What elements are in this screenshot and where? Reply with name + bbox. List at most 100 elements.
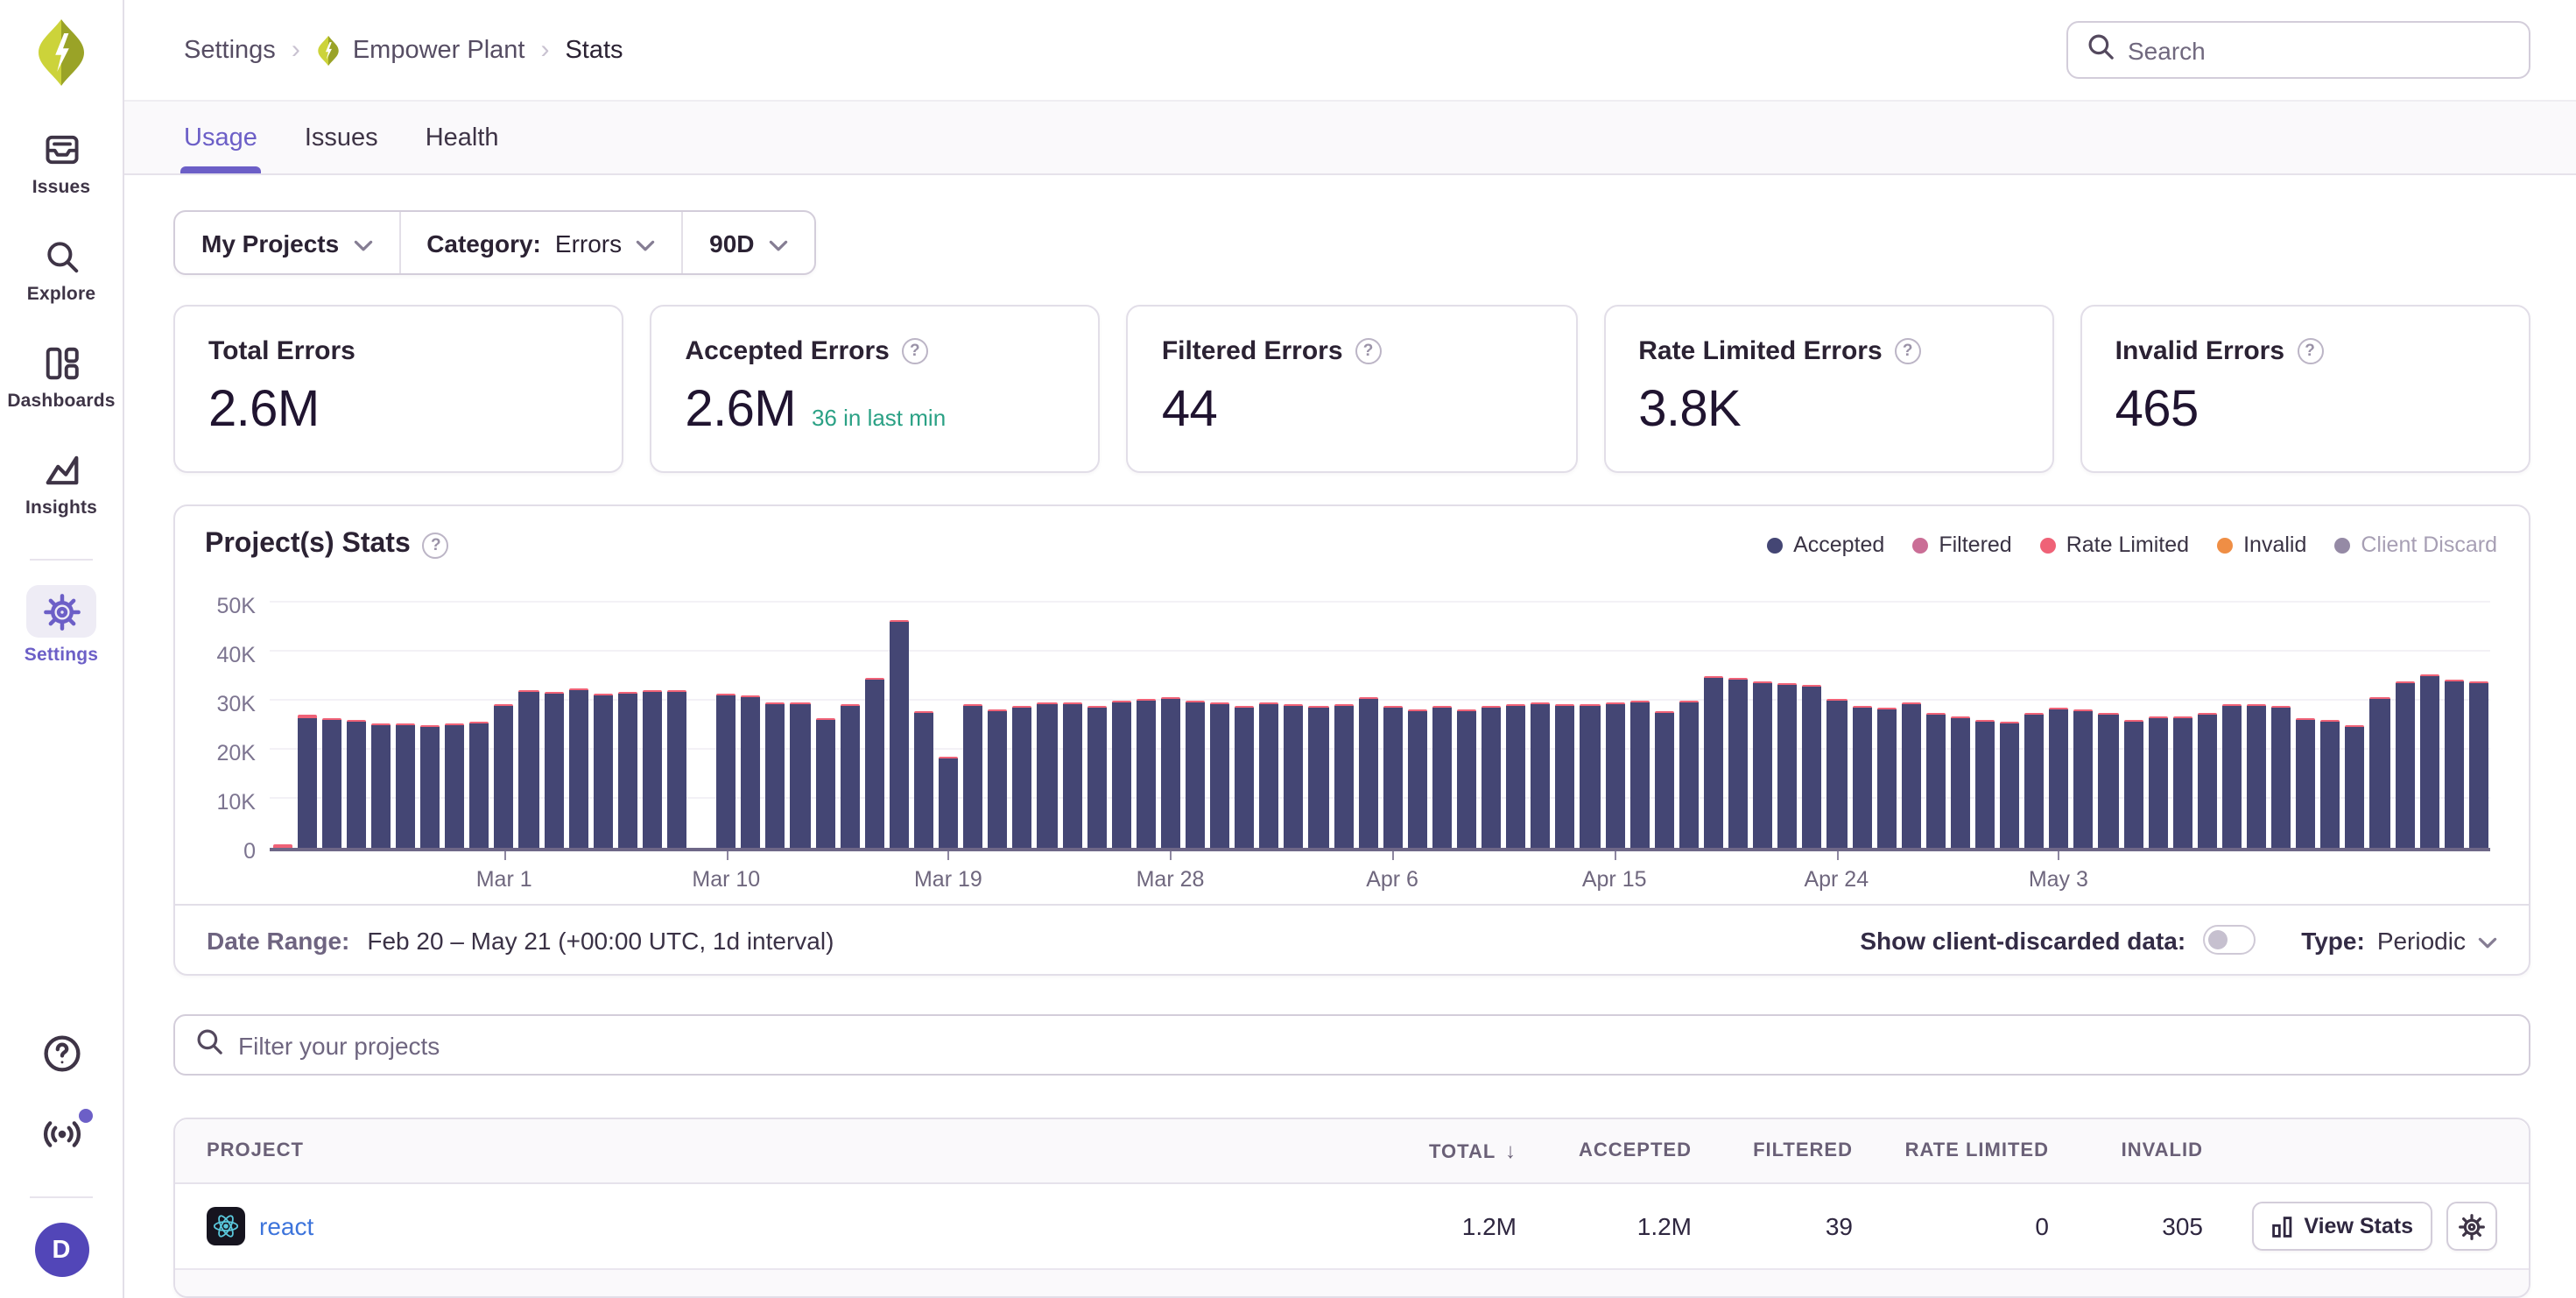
sidebar-item-label: Dashboards (7, 391, 115, 412)
chart-header: Project(s) Stats ? Accepted Filtered Rat… (175, 506, 2529, 571)
gear-icon (2459, 1213, 2485, 1239)
stat-card-value: 465 (2115, 382, 2199, 440)
bar-day (1652, 585, 1677, 848)
legend-label: Accepted (1793, 533, 1884, 557)
bar-day (1035, 585, 1059, 848)
tab-usage[interactable]: Usage (184, 102, 257, 173)
y-tick-label: 20K (217, 741, 257, 765)
period-filter-value: 90D (709, 229, 754, 257)
x-tick-label: Mar 28 (1137, 867, 1205, 892)
bar-day (1380, 585, 1404, 848)
bar-day (640, 585, 665, 848)
project-filter-dropdown[interactable]: My Projects (175, 212, 398, 273)
bar-day (1158, 585, 1183, 848)
sidebar-bottom: D (0, 1032, 123, 1298)
column-header-rate-limited[interactable]: RATE LIMITED (1853, 1140, 2049, 1161)
type-dropdown[interactable]: Type: Periodic (2301, 926, 2497, 954)
bar-day (2319, 585, 2343, 848)
whats-new-button[interactable] (35, 1112, 88, 1165)
sidebar-divider (30, 1196, 93, 1198)
sidebar-item-label: Issues (32, 177, 91, 198)
project-link[interactable]: react (259, 1212, 313, 1240)
cell-accepted: 1.2M (1517, 1212, 1692, 1240)
legend-item-accepted[interactable]: Accepted (1767, 533, 1884, 557)
search-input[interactable] (2128, 36, 2511, 64)
column-header-invalid[interactable]: INVALID (2049, 1140, 2203, 1161)
legend-item-invalid[interactable]: Invalid (2217, 533, 2306, 557)
bar-day (1232, 585, 1256, 848)
bar-day (1775, 585, 1799, 848)
sidebar-item-explore[interactable]: Explore (0, 235, 123, 305)
column-header-total[interactable]: TOTAL ↓ (1320, 1139, 1517, 1163)
user-avatar[interactable]: D (34, 1223, 88, 1277)
global-search[interactable] (2066, 21, 2530, 79)
help-icon (41, 1033, 81, 1083)
bar-day (739, 585, 764, 848)
stat-help-icon[interactable]: ? (1895, 338, 1921, 364)
bar-day (1627, 585, 1651, 848)
bar-day (616, 585, 640, 848)
bar-day (2195, 585, 2220, 848)
legend-item-client-discard[interactable]: Client Discard (2334, 533, 2497, 557)
help-icon (41, 1033, 81, 1074)
bars (270, 585, 2490, 848)
chart-help-icon[interactable]: ? (423, 532, 449, 558)
bar-day (442, 585, 467, 848)
sidebar-item-issues[interactable]: Issues (0, 128, 123, 198)
bar-day (1331, 585, 1355, 848)
category-filter-dropdown[interactable]: Category: Errors (398, 212, 681, 273)
legend-item-filtered[interactable]: Filtered (1912, 533, 2011, 557)
cell-total: 1.2M (1320, 1212, 1517, 1240)
bar-day (764, 585, 788, 848)
bar-day (2392, 585, 2417, 848)
client-discard-toggle[interactable] (2203, 925, 2256, 955)
bar-day (1109, 585, 1133, 848)
usage-bar-chart[interactable] (270, 585, 2490, 851)
tab-issues[interactable]: Issues (305, 102, 378, 173)
bar-day (1750, 585, 1775, 848)
dashboards-icon (43, 344, 80, 381)
breadcrumb-item[interactable]: Empower Plant (353, 36, 525, 64)
bar-day (2121, 585, 2145, 848)
project-search[interactable] (173, 1014, 2530, 1076)
bar-day (1405, 585, 1430, 848)
stat-card-label: Accepted Errors (685, 336, 889, 366)
bar-day (714, 585, 738, 848)
stat-help-icon[interactable]: ? (902, 338, 928, 364)
project-search-input[interactable] (238, 1031, 2509, 1059)
legend-item-rate-limited[interactable]: Rate Limited (2040, 533, 2189, 557)
sidebar-item-dashboards[interactable]: Dashboards (0, 342, 123, 412)
stat-card-label: Total Errors (208, 336, 355, 366)
sidebar-item-settings[interactable]: Settings (0, 585, 123, 666)
stat-card: Accepted Errors ? 2.6M 36 in last min (650, 305, 1100, 473)
column-header-project[interactable]: PROJECT (207, 1140, 1320, 1161)
bar-day (911, 585, 936, 848)
sentry-logo-icon[interactable] (32, 16, 91, 89)
y-tick-label: 30K (217, 692, 257, 716)
issues-icon (43, 131, 80, 167)
legend-label: Invalid (2243, 533, 2306, 557)
cell-filtered: 39 (1692, 1212, 1853, 1240)
period-filter-dropdown[interactable]: 90D (681, 212, 813, 273)
stat-card: Invalid Errors ? 465 (2080, 305, 2530, 473)
project-settings-button[interactable] (2446, 1202, 2497, 1251)
column-header-filtered[interactable]: FILTERED (1692, 1140, 1853, 1161)
chevron-down-icon (2478, 936, 2497, 949)
tab-health[interactable]: Health (426, 102, 499, 173)
stat-help-icon[interactable]: ? (2297, 338, 2323, 364)
sidebar-item-insights[interactable]: Insights (0, 448, 123, 518)
x-tick (504, 851, 506, 860)
y-axis-labels: 010K20K30K40K50K (200, 585, 270, 851)
bar-day (2244, 585, 2269, 848)
x-tick (1171, 851, 1172, 860)
bar-day (270, 585, 294, 848)
breadcrumb-item[interactable]: Settings (184, 36, 276, 64)
bar-day (344, 585, 369, 848)
column-header-accepted[interactable]: ACCEPTED (1517, 1140, 1692, 1161)
stat-help-icon[interactable]: ? (1355, 338, 1382, 364)
view-stats-button[interactable]: View Stats (2251, 1202, 2432, 1251)
bar-day (1578, 585, 1602, 848)
help-button[interactable] (35, 1032, 88, 1084)
bar-day (1207, 585, 1232, 848)
tabstrip: Usage Issues Health (124, 100, 2576, 175)
